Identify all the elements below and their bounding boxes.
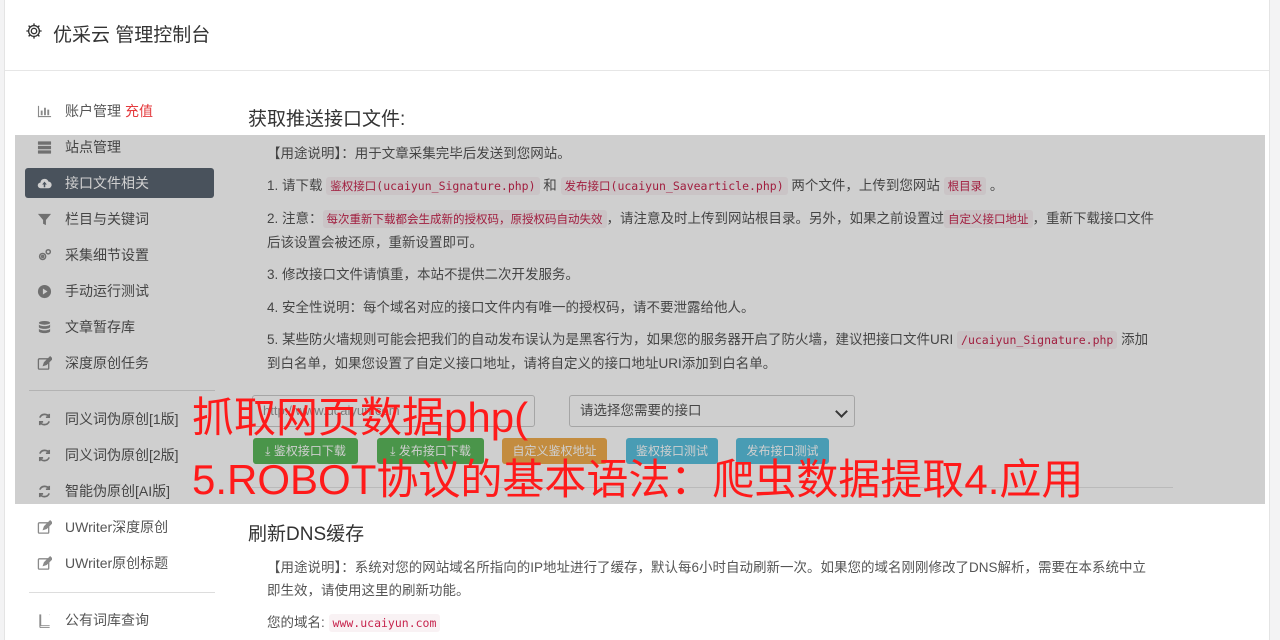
sidebar-item-label: 账户管理 (65, 103, 121, 119)
gear-icon (25, 22, 43, 46)
sidebar-divider (29, 592, 215, 593)
edit-icon (36, 519, 52, 535)
sidebar-item-public-lexicon[interactable]: 公有词库查询 (25, 605, 214, 635)
dns-usage-note: 【用途说明】：系统对您的网站域名所指向的IP地址进行了缓存，默认每6小时自动刷新… (267, 560, 1147, 598)
domain-value: www.ucaiyun.com (328, 614, 441, 632)
sidebar-item-uwriter-title[interactable]: UWriter原创标题 (25, 548, 214, 578)
bar-chart-icon (36, 103, 52, 119)
section-title-push-interface: 获取推送接口文件: (248, 109, 406, 130)
sidebar-item-account[interactable]: 账户管理 充值 (25, 96, 214, 126)
book-icon (36, 612, 52, 628)
sidebar-item-label: 公有词库查询 (65, 612, 149, 628)
overlay-caption-line2: 5.ROBOT协议的基本语法：爬虫数据提取4.应用 (192, 456, 1084, 503)
sidebar-item-label: UWriter深度原创 (65, 519, 169, 535)
brand[interactable]: 优采云 管理控制台 (25, 20, 210, 47)
overlay-caption-line1: 抓取网页数据php( (192, 394, 529, 441)
app-title: 优采云 管理控制台 (53, 25, 211, 46)
edit-icon (36, 555, 52, 571)
section-title-dns: 刷新DNS缓存 (248, 524, 365, 545)
overlay-mask (15, 135, 1265, 504)
sidebar-item-uwriter-deep[interactable]: UWriter深度原创 (25, 512, 214, 542)
sidebar-item-label: UWriter原创标题 (65, 555, 169, 571)
recharge-link[interactable]: 充值 (125, 101, 153, 121)
domain-label: 您的域名: (267, 615, 325, 630)
domain-row: 您的域名: www.ucaiyun.com (267, 611, 1157, 635)
